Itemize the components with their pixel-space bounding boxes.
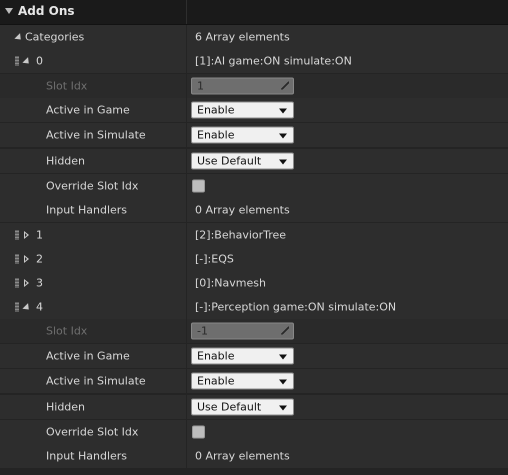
- drag-handle-icon[interactable]: [15, 278, 19, 288]
- active-in-simulate-row: Active in Simulate Enable: [0, 123, 508, 147]
- element-index: 2: [36, 252, 43, 266]
- slot-idx-input[interactable]: -1: [191, 322, 294, 340]
- element-index: 4: [36, 300, 43, 314]
- active-in-game-dropdown[interactable]: Enable: [191, 101, 294, 119]
- collapsed-arrow-icon[interactable]: [24, 231, 29, 239]
- active-in-simulate-dropdown[interactable]: Enable: [191, 372, 294, 390]
- array-element-4: 4 [-]:Perception game:ON simulate:ON: [0, 295, 508, 319]
- active-in-game-dropdown[interactable]: Enable: [191, 347, 294, 365]
- override-slot-idx-checkbox[interactable]: [192, 425, 205, 439]
- element-index: 3: [36, 276, 43, 290]
- array-element-0: 0 [1]:AI game:ON simulate:ON: [0, 49, 508, 73]
- caret-down-icon: [279, 108, 287, 114]
- element-summary: [0]:Navmesh: [195, 276, 266, 290]
- active-in-simulate-label: Active in Simulate: [46, 374, 146, 388]
- hidden-dropdown[interactable]: Use Default: [191, 398, 294, 416]
- slot-idx-row: Slot Idx 1: [0, 74, 508, 98]
- drag-handle-icon[interactable]: [15, 56, 19, 66]
- array-element-2: 2 [-]:EQS: [0, 247, 508, 271]
- chevron-down-icon[interactable]: [5, 8, 13, 14]
- active-in-game-row: Active in Game Enable: [0, 344, 508, 368]
- override-slot-idx-checkbox[interactable]: [192, 179, 205, 193]
- override-slot-idx-label: Override Slot Idx: [46, 179, 139, 193]
- input-handlers-value: 0 Array elements: [195, 449, 290, 463]
- hidden-label: Hidden: [46, 154, 86, 168]
- resize-grip-icon: [281, 326, 289, 335]
- expanded-arrow-icon[interactable]: [22, 57, 32, 67]
- section-header-add-ons[interactable]: Add Ons: [0, 0, 508, 25]
- hidden-row: Hidden Use Default: [0, 149, 508, 173]
- slot-idx-input[interactable]: 1: [191, 77, 294, 95]
- element-summary: [-]:Perception game:ON simulate:ON: [195, 300, 397, 314]
- input-handlers-row: Input Handlers 0 Array elements: [0, 444, 508, 468]
- array-element-3: 3 [0]:Navmesh: [0, 271, 508, 295]
- section-title: Add Ons: [18, 4, 75, 18]
- active-in-game-row: Active in Game Enable: [0, 98, 508, 122]
- slot-idx-row: Slot Idx -1: [0, 319, 508, 343]
- active-in-game-label: Active in Game: [46, 349, 130, 363]
- categories-value: 6 Array elements: [195, 30, 290, 44]
- element-summary: [2]:BehaviorTree: [195, 228, 287, 242]
- column-divider[interactable]: [186, 0, 187, 24]
- element-summary: [1]:AI game:ON simulate:ON: [195, 54, 352, 68]
- active-in-game-label: Active in Game: [46, 103, 130, 117]
- hidden-label: Hidden: [46, 400, 86, 414]
- override-slot-idx-label: Override Slot Idx: [46, 425, 139, 439]
- element-summary: [-]:EQS: [195, 252, 234, 266]
- input-handlers-value: 0 Array elements: [195, 203, 290, 217]
- input-handlers-label: Input Handlers: [46, 203, 128, 217]
- active-in-simulate-row: Active in Simulate Enable: [0, 369, 508, 393]
- array-element-1: 1 [2]:BehaviorTree: [0, 223, 508, 247]
- element-index: 1: [36, 228, 43, 242]
- categories-row: Categories 6 Array elements: [0, 25, 508, 49]
- drag-handle-icon[interactable]: [15, 254, 19, 264]
- slot-idx-label: Slot Idx: [46, 79, 88, 93]
- active-in-simulate-label: Active in Simulate: [46, 128, 146, 142]
- drag-handle-icon[interactable]: [15, 302, 19, 312]
- drag-handle-icon[interactable]: [15, 230, 19, 240]
- active-in-simulate-dropdown[interactable]: Enable: [191, 126, 294, 144]
- element-index: 0: [36, 54, 43, 68]
- caret-down-icon: [279, 379, 287, 385]
- expanded-arrow-icon[interactable]: [22, 303, 32, 313]
- hidden-dropdown[interactable]: Use Default: [191, 152, 294, 170]
- caret-down-icon: [279, 159, 287, 165]
- categories-label: Categories: [25, 30, 85, 44]
- input-handlers-label: Input Handlers: [46, 449, 128, 463]
- collapsed-arrow-icon[interactable]: [24, 279, 29, 287]
- resize-grip-icon: [281, 81, 289, 90]
- caret-down-icon: [279, 133, 287, 139]
- caret-down-icon: [279, 354, 287, 360]
- expanded-arrow-icon[interactable]: [14, 33, 24, 43]
- caret-down-icon: [279, 405, 287, 411]
- input-handlers-row: Input Handlers 0 Array elements: [0, 198, 508, 222]
- override-slot-idx-row: Override Slot Idx: [0, 420, 508, 444]
- slot-idx-label: Slot Idx: [46, 324, 88, 338]
- collapsed-arrow-icon[interactable]: [24, 255, 29, 263]
- override-slot-idx-row: Override Slot Idx: [0, 174, 508, 198]
- hidden-row: Hidden Use Default: [0, 395, 508, 419]
